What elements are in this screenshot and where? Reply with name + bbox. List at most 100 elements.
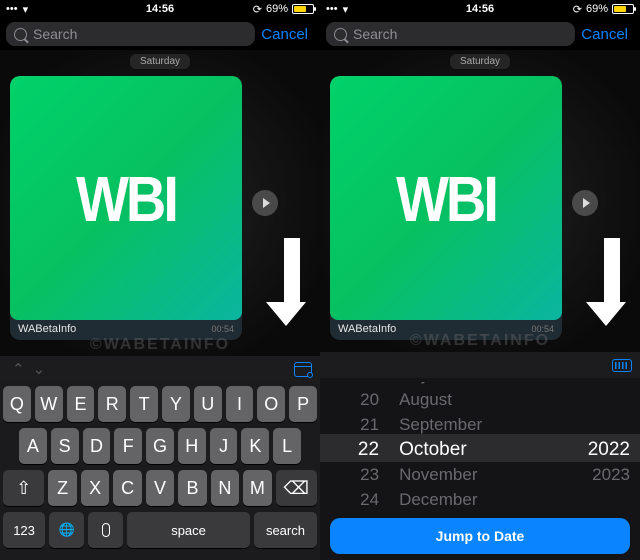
key-i[interactable]: I	[226, 386, 254, 422]
status-bar: •••▾ 14:56 ⟳ 69%	[320, 0, 640, 18]
picker-item[interactable]: August	[389, 387, 517, 412]
key-b[interactable]: B	[178, 470, 206, 506]
key-r[interactable]: R	[98, 386, 126, 422]
battery-percent: 69%	[266, 3, 288, 15]
picker-item[interactable]	[517, 412, 640, 437]
key-m[interactable]: M	[243, 470, 271, 506]
key-a[interactable]: A	[19, 428, 47, 464]
rotation-lock-icon: ⟳	[253, 3, 262, 16]
next-result-button[interactable]: ⌄	[29, 360, 50, 378]
battery-icon	[292, 4, 314, 14]
picker-item[interactable]: December	[389, 487, 517, 512]
message-time: 00:54	[211, 324, 234, 334]
picker-item[interactable]: 2022	[517, 437, 640, 462]
keyboard-toggle-icon[interactable]	[612, 359, 632, 372]
picker-item[interactable]: October	[389, 437, 517, 462]
message-bubble[interactable]: WBI WABetaInfo 00:54	[10, 76, 242, 340]
cancel-button[interactable]: Cancel	[575, 26, 634, 43]
picker-item[interactable]: 22	[320, 437, 389, 462]
date-header: Saturday	[450, 54, 510, 69]
key-g[interactable]: G	[146, 428, 174, 464]
picker-item[interactable]: 2023	[517, 462, 640, 487]
key-row-2: ASDFGHJKL	[3, 428, 317, 464]
key-p[interactable]: P	[289, 386, 317, 422]
space-key[interactable]: space	[127, 512, 250, 548]
picker-item[interactable]	[517, 487, 640, 512]
annotation-arrow-icon	[278, 238, 306, 326]
screen-right-datepicker: •••▾ 14:56 ⟳ 69% Cancel Saturday WBI WAB…	[320, 0, 640, 560]
wifi-icon: ▾	[23, 3, 29, 16]
picker-item[interactable]: 20	[320, 387, 389, 412]
date-header: Saturday	[130, 54, 190, 69]
key-o[interactable]: O	[257, 386, 285, 422]
key-s[interactable]: S	[51, 428, 79, 464]
key-h[interactable]: H	[178, 428, 206, 464]
prev-result-button[interactable]: ⌃	[8, 360, 29, 378]
backspace-key[interactable]: ⌫	[276, 470, 317, 506]
key-v[interactable]: V	[146, 470, 174, 506]
picker-item[interactable]: November	[389, 462, 517, 487]
ios-keyboard[interactable]: QWERTYUIOP ASDFGHJKL ⇧ ZXCVBNM ⌫ 123 🌐 s…	[0, 382, 320, 560]
key-q[interactable]: Q	[3, 386, 31, 422]
search-field-wrap[interactable]	[326, 22, 575, 46]
forward-button[interactable]	[252, 190, 278, 216]
forward-icon	[263, 198, 270, 208]
chat-area-left: Saturday WBI WABetaInfo 00:54 ©WABETAINF…	[0, 50, 320, 356]
chat-area-right: Saturday WBI WABetaInfo 00:54 ©WABETAINF…	[320, 50, 640, 352]
picker-day-column[interactable]: 19202122232425	[320, 382, 389, 512]
search-icon	[14, 28, 27, 41]
key-t[interactable]: T	[130, 386, 158, 422]
key-x[interactable]: X	[81, 470, 109, 506]
key-e[interactable]: E	[67, 386, 95, 422]
cancel-button[interactable]: Cancel	[255, 26, 314, 43]
shift-key[interactable]: ⇧	[3, 470, 44, 506]
search-toolbar: ⌃ ⌄	[0, 356, 320, 382]
message-bubble[interactable]: WBI WABetaInfo 00:54	[330, 76, 562, 340]
search-input[interactable]	[33, 26, 247, 42]
picker-year-column[interactable]: 20222023	[517, 382, 640, 512]
key-k[interactable]: K	[241, 428, 269, 464]
forward-button[interactable]	[572, 190, 598, 216]
key-l[interactable]: L	[273, 428, 301, 464]
picker-item[interactable]	[517, 387, 640, 412]
calendar-search-icon[interactable]	[294, 362, 312, 377]
jump-to-date-button[interactable]: Jump to Date	[330, 518, 630, 554]
key-n[interactable]: N	[211, 470, 239, 506]
mic-icon	[102, 523, 110, 537]
message-image[interactable]: WBI	[10, 76, 242, 320]
key-j[interactable]: J	[210, 428, 238, 464]
key-f[interactable]: F	[114, 428, 142, 464]
picker-month-column[interactable]: JulyAugustSeptemberOctoberNovemberDecemb…	[389, 382, 517, 512]
key-z[interactable]: Z	[48, 470, 76, 506]
message-caption: WABetaInfo	[18, 323, 76, 335]
screen-left-keyboard: ••• ▾ 14:56 ⟳ 69% Cancel Saturday WBI	[0, 0, 320, 560]
date-picker[interactable]: 19202122232425 JulyAugustSeptemberOctobe…	[320, 378, 640, 560]
globe-key[interactable]: 🌐	[49, 512, 84, 548]
search-toolbar	[320, 352, 640, 378]
key-c[interactable]: C	[113, 470, 141, 506]
search-bar: Cancel	[0, 18, 320, 50]
picker-item[interactable]: September	[389, 412, 517, 437]
key-row-3: ⇧ ZXCVBNM ⌫	[3, 470, 317, 506]
search-icon	[334, 28, 347, 41]
watermark: ©WABETAINFO	[0, 336, 320, 354]
picker-item[interactable]: 24	[320, 487, 389, 512]
picker-item[interactable]: 23	[320, 462, 389, 487]
key-w[interactable]: W	[35, 386, 63, 422]
key-u[interactable]: U	[194, 386, 222, 422]
search-bar: Cancel	[320, 18, 640, 50]
picker-item[interactable]: 21	[320, 412, 389, 437]
annotation-arrow-icon	[598, 238, 626, 326]
watermark: ©WABETAINFO	[320, 332, 640, 350]
return-key[interactable]: search	[254, 512, 317, 548]
search-input[interactable]	[353, 26, 567, 42]
search-field-wrap[interactable]	[6, 22, 255, 46]
key-row-1: QWERTYUIOP	[3, 386, 317, 422]
forward-icon	[583, 198, 590, 208]
key-d[interactable]: D	[83, 428, 111, 464]
status-time: 14:56	[146, 3, 174, 15]
numbers-key[interactable]: 123	[3, 512, 45, 548]
key-y[interactable]: Y	[162, 386, 190, 422]
status-bar: ••• ▾ 14:56 ⟳ 69%	[0, 0, 320, 18]
mic-key[interactable]	[88, 512, 123, 548]
